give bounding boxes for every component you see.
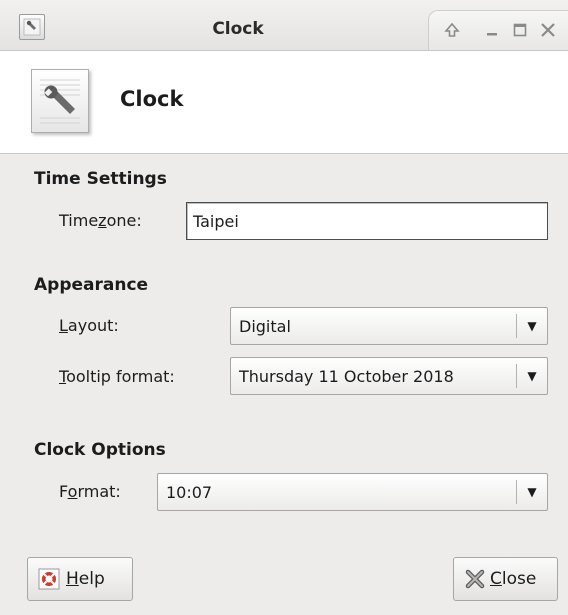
layout-dropdown[interactable]: Digital ▼ <box>230 307 548 345</box>
shade-icon[interactable] <box>441 19 463 41</box>
x-icon <box>464 568 486 590</box>
chevron-down-icon: ▼ <box>527 369 537 383</box>
format-dropdown[interactable]: 10:07 ▼ <box>157 473 548 511</box>
close-label: Close <box>490 569 537 589</box>
close-window-icon[interactable] <box>537 19 559 41</box>
minimize-icon[interactable] <box>481 19 503 41</box>
layout-label: Layout: <box>59 316 119 335</box>
chevron-down-icon: ▼ <box>527 319 537 333</box>
layout-value: Digital <box>239 316 291 336</box>
appearance-heading: Appearance <box>34 275 149 295</box>
dialog-header: Clock <box>0 51 568 154</box>
tooltip-format-value: Thursday 11 October 2018 <box>239 366 454 386</box>
close-button[interactable]: Close <box>453 557 558 601</box>
lifebuoy-icon <box>38 568 60 590</box>
help-label: Help <box>66 569 105 589</box>
help-button[interactable]: Help <box>27 557 133 601</box>
timezone-input[interactable]: Taipei <box>186 202 548 240</box>
window-controls <box>428 10 568 50</box>
clock-options-heading: Clock Options <box>34 440 166 460</box>
tooltip-format-dropdown[interactable]: Thursday 11 October 2018 ▼ <box>230 357 548 395</box>
format-value: 10:07 <box>166 482 213 502</box>
time-settings-heading: Time Settings <box>34 169 167 189</box>
chevron-down-icon: ▼ <box>527 485 537 499</box>
maximize-icon[interactable] <box>509 19 531 41</box>
dialog-title: Clock <box>120 87 184 111</box>
title-bar: Clock <box>0 0 568 51</box>
format-label: Format: <box>59 482 121 501</box>
timezone-label: Timezone: <box>59 211 142 230</box>
wrench-icon <box>31 69 89 133</box>
tooltip-format-label: Tooltip format: <box>59 367 175 386</box>
window-title: Clock <box>212 19 264 39</box>
